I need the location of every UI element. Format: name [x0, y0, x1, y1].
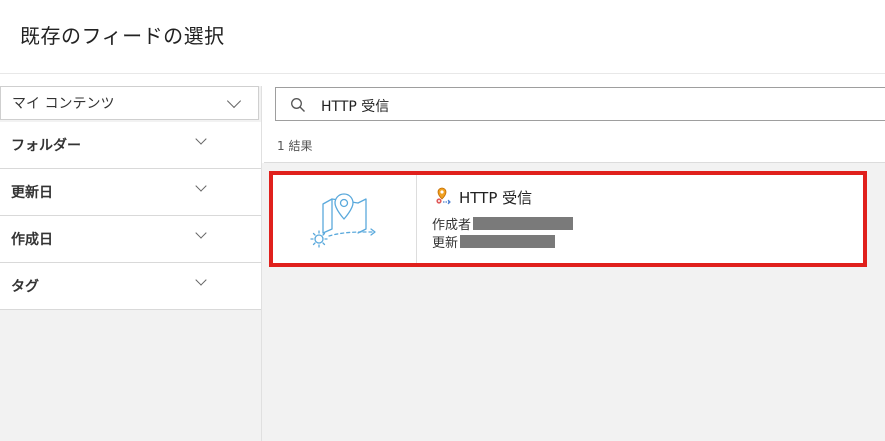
filter-label: 更新日: [11, 185, 53, 201]
content-source-label: マイ コンテンツ: [12, 96, 115, 112]
author-row: 作成者: [432, 214, 574, 233]
author-label: 作成者: [432, 218, 472, 233]
filter-modified-date[interactable]: 更新日: [0, 169, 261, 216]
redacted-updated: [460, 235, 556, 248]
filter-folder[interactable]: フォルダー: [0, 122, 261, 169]
redacted-author: [473, 217, 574, 230]
filter-panel: マイ コンテンツ フォルダー 更新日 作成日 タグ: [0, 86, 262, 441]
filter-created-date[interactable]: 作成日: [0, 216, 261, 263]
result-count: 1 結果: [277, 139, 313, 153]
result-card[interactable]: HTTP 受信 作成者 更新: [269, 171, 867, 267]
card-title: HTTP 受信: [459, 189, 533, 207]
updated-label: 更新: [432, 236, 459, 251]
search-value: HTTP 受信: [321, 99, 390, 115]
filter-list: フォルダー 更新日 作成日 タグ: [0, 122, 261, 310]
search-icon: [291, 98, 305, 112]
updated-row: 更新: [432, 232, 556, 251]
http-receiver-illustration-icon: [310, 193, 376, 248]
search-input[interactable]: HTTP 受信: [275, 87, 885, 121]
filter-label: 作成日: [11, 232, 53, 248]
dialog-title: 既存のフィードの選択: [20, 24, 225, 48]
filter-tags[interactable]: タグ: [0, 263, 261, 310]
card-thumbnail: [273, 175, 417, 263]
filter-label: タグ: [11, 279, 39, 295]
content-source-dropdown[interactable]: マイ コンテンツ: [0, 86, 259, 120]
http-receiver-icon: [436, 187, 451, 205]
filter-label: フォルダー: [11, 138, 81, 154]
header-divider: [0, 73, 885, 74]
chevron-down-icon: [226, 93, 242, 108]
